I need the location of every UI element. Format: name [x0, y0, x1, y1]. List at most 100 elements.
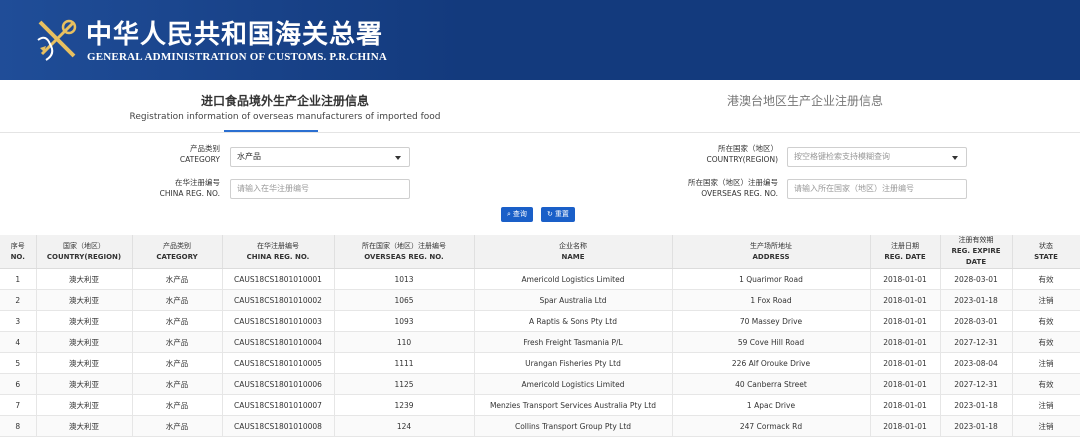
country-select[interactable]: 按空格键检索支持模糊查询 [787, 147, 967, 167]
china-reg-label: 在华注册编号 CHINA REG. NO. [159, 178, 220, 198]
cell-expire-date: 2027-12-31 [940, 331, 1013, 353]
china-reg-field[interactable] [230, 179, 410, 199]
overseas-reg-input[interactable] [794, 180, 958, 197]
column-header-no: 序号 NO. [0, 235, 37, 269]
cell-country: 澳大利亚 [36, 289, 133, 311]
cell-state: 注销 [1012, 289, 1080, 311]
cell-address: 247 Cormack Rd [672, 415, 871, 437]
cell-country: 澳大利亚 [36, 415, 133, 437]
cell-category: 水产品 [132, 289, 223, 311]
cell-state: 有效 [1012, 331, 1080, 353]
column-header-country: 国家（地区） COUNTRY(REGION) [36, 235, 133, 269]
cell-china-reg: CAUS18CS1801010001 [222, 268, 335, 290]
category-label: 产品类别 CATEGORY [179, 144, 220, 164]
cell-reg-date: 2018-01-01 [870, 268, 941, 290]
cell-no: 5 [0, 352, 37, 374]
cell-state: 注销 [1012, 352, 1080, 374]
cell-reg-date: 2018-01-01 [870, 373, 941, 395]
cell-country: 澳大利亚 [36, 331, 133, 353]
cell-china-reg: CAUS18CS1801010003 [222, 310, 335, 332]
cell-reg-date: 2018-01-01 [870, 394, 941, 416]
reset-button[interactable]: ↻ 重置 [541, 207, 575, 222]
cell-overseas-reg: 1093 [334, 310, 475, 332]
cell-name: Fresh Freight Tasmania P/L [474, 331, 673, 353]
cell-address: 1 Fox Road [672, 289, 871, 311]
cell-expire-date: 2028-03-01 [940, 310, 1013, 332]
cell-china-reg: CAUS18CS1801010008 [222, 415, 335, 437]
cell-country: 澳大利亚 [36, 352, 133, 374]
category-value: 水产品 [237, 152, 261, 161]
column-header-address: 生产场所地址 ADDRESS [672, 235, 871, 269]
cell-category: 水产品 [132, 268, 223, 290]
cell-category: 水产品 [132, 415, 223, 437]
country-label: 所在国家（地区） COUNTRY(REGION) [706, 144, 778, 164]
cell-address: 1 Quarimor Road [672, 268, 871, 290]
category-select[interactable]: 水产品 [230, 147, 410, 167]
tab-hk-macao-taiwan[interactable]: 港澳台地区生产企业注册信息 [640, 92, 970, 109]
column-header-reg-date: 注册日期 REG. DATE [870, 235, 941, 269]
column-header-overseas-reg: 所在国家（地区）注册编号 OVERSEAS REG. NO. [334, 235, 475, 269]
country-placeholder: 按空格键检索支持模糊查询 [794, 152, 890, 161]
cell-state: 注销 [1012, 415, 1080, 437]
cell-address: 40 Canberra Street [672, 373, 871, 395]
table-row: 3 澳大利亚 水产品 CAUS18CS1801010003 1093 A Raptis &… [0, 310, 1080, 332]
table-row: 8 澳大利亚 水产品 CAUS18CS1801010008 124 Collins Tra… [0, 415, 1080, 437]
cell-overseas-reg: 124 [334, 415, 475, 437]
cell-address: 70 Massey Drive [672, 310, 871, 332]
cell-china-reg: CAUS18CS1801010002 [222, 289, 335, 311]
cell-china-reg: CAUS18CS1801010004 [222, 331, 335, 353]
cell-state: 有效 [1012, 268, 1080, 290]
cell-country: 澳大利亚 [36, 268, 133, 290]
cell-category: 水产品 [132, 352, 223, 374]
cell-expire-date: 2023-01-18 [940, 394, 1013, 416]
cell-no: 8 [0, 415, 37, 437]
cell-overseas-reg: 1125 [334, 373, 475, 395]
column-header-state: 状态 STATE [1012, 235, 1080, 269]
reset-button-label: 重置 [554, 210, 569, 218]
table-row: 5 澳大利亚 水产品 CAUS18CS1801010005 1111 Urangan Fi… [0, 352, 1080, 374]
site-banner: 中华人民共和国海关总署 GENERAL ADMINISTRATION OF CU… [0, 0, 1080, 80]
china-reg-input[interactable] [237, 180, 401, 197]
column-header-name: 企业名称 NAME [474, 235, 673, 269]
cell-reg-date: 2018-01-01 [870, 352, 941, 374]
cell-category: 水产品 [132, 310, 223, 332]
cell-expire-date: 2023-01-18 [940, 289, 1013, 311]
cell-country: 澳大利亚 [36, 394, 133, 416]
customs-emblem-icon [37, 19, 77, 61]
cell-address: 59 Cove Hill Road [672, 331, 871, 353]
cell-address: 226 Alf Orouke Drive [672, 352, 871, 374]
cell-no: 3 [0, 310, 37, 332]
cell-overseas-reg: 1111 [334, 352, 475, 374]
cell-overseas-reg: 1065 [334, 289, 475, 311]
cell-china-reg: CAUS18CS1801010007 [222, 394, 335, 416]
cell-no: 4 [0, 331, 37, 353]
cell-address: 1 Apac Drive [672, 394, 871, 416]
column-header-expire-date: 注册有效期 REG. EXPIRE DATE [940, 235, 1013, 269]
cell-no: 1 [0, 268, 37, 290]
cell-expire-date: 2027-12-31 [940, 373, 1013, 395]
cell-name: A Raptis & Sons Pty Ltd [474, 310, 673, 332]
tab-overseas-manufacturers[interactable]: 进口食品境外生产企业注册信息 Registration information … [120, 92, 450, 122]
cell-name: Urangan Fisheries Pty Ltd [474, 352, 673, 374]
search-button[interactable]: ⌕ 查询 [501, 207, 533, 222]
column-header-category: 产品类别 CATEGORY [132, 235, 223, 269]
cell-expire-date: 2023-08-04 [940, 352, 1013, 374]
chevron-down-icon [395, 156, 401, 160]
cell-reg-date: 2018-01-01 [870, 310, 941, 332]
cell-country: 澳大利亚 [36, 373, 133, 395]
cell-overseas-reg: 110 [334, 331, 475, 353]
overseas-reg-field[interactable] [787, 179, 967, 199]
cell-name: Spar Australia Ltd [474, 289, 673, 311]
cell-name: Menzies Transport Services Australia Pty… [474, 394, 673, 416]
cell-category: 水产品 [132, 331, 223, 353]
tab-bar: 进口食品境外生产企业注册信息 Registration information … [0, 80, 1080, 133]
cell-category: 水产品 [132, 394, 223, 416]
chevron-down-icon [952, 156, 958, 160]
org-name-cn: 中华人民共和国海关总署 [86, 20, 384, 50]
cell-expire-date: 2023-01-18 [940, 415, 1013, 437]
cell-state: 有效 [1012, 373, 1080, 395]
cell-no: 6 [0, 373, 37, 395]
cell-reg-date: 2018-01-01 [870, 289, 941, 311]
table-row: 6 澳大利亚 水产品 CAUS18CS1801010006 1125 Americold … [0, 373, 1080, 395]
search-button-label: 查询 [512, 210, 527, 218]
